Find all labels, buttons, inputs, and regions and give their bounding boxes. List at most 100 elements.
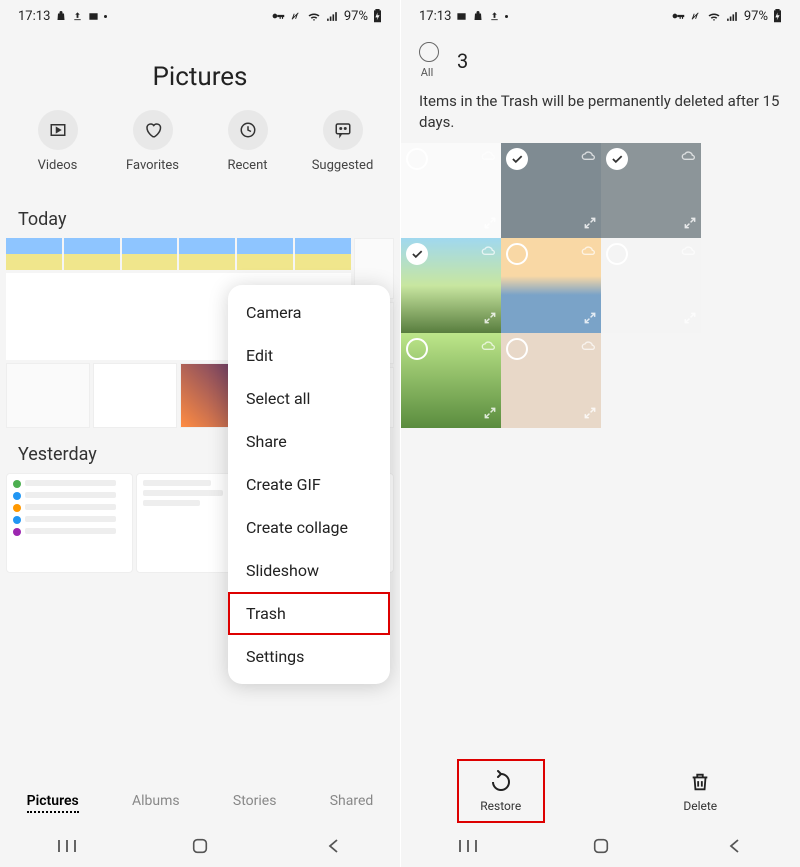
expand-icon[interactable] — [583, 405, 597, 424]
thumb-checkbox[interactable] — [506, 148, 528, 170]
expand-icon[interactable] — [683, 215, 697, 234]
clock-icon — [228, 110, 268, 150]
vibrate-icon — [291, 11, 302, 22]
trash-thumb[interactable] — [501, 238, 601, 333]
trash-thumb[interactable] — [601, 143, 701, 238]
thumb-checkbox[interactable] — [406, 243, 428, 265]
category-label: Recent — [227, 158, 267, 173]
page-title: Pictures — [0, 62, 400, 92]
category-suggested[interactable]: Suggested — [303, 110, 383, 173]
image-icon — [88, 11, 99, 22]
phone-left: 17:13 97% Pictures Videos Favorites — [0, 0, 400, 867]
signal-icon — [726, 11, 739, 22]
restore-icon — [488, 769, 514, 795]
heart-icon — [133, 110, 173, 150]
trash-thumb[interactable] — [401, 143, 501, 238]
category-label: Favorites — [126, 158, 179, 173]
trash-action-bar: Restore Delete — [401, 753, 800, 825]
battery-icon — [773, 9, 782, 23]
thumb-checkbox[interactable] — [506, 338, 528, 360]
tab-pictures[interactable]: Pictures — [27, 793, 79, 813]
status-bar: 17:13 97% — [401, 0, 800, 32]
vpn-icon — [272, 11, 286, 21]
menu-camera[interactable]: Camera — [228, 291, 390, 334]
upload-icon — [489, 11, 500, 22]
delete-label: Delete — [683, 799, 717, 813]
menu-slideshow[interactable]: Slideshow — [228, 549, 390, 592]
status-right: 97% — [672, 9, 782, 24]
battery-icon — [373, 9, 382, 23]
category-label: Suggested — [312, 158, 374, 173]
expand-icon[interactable] — [583, 310, 597, 329]
selection-count: 3 — [457, 49, 468, 73]
status-left: 17:13 — [419, 9, 508, 24]
vpn-icon — [672, 11, 686, 21]
select-all-label: All — [421, 66, 434, 79]
android-nav-bar — [0, 825, 400, 867]
overflow-menu: Camera Edit Select all Share Create GIF … — [228, 285, 390, 684]
battery-percent: 97% — [744, 9, 768, 24]
thumb-checkbox[interactable] — [406, 338, 428, 360]
category-videos[interactable]: Videos — [18, 110, 98, 173]
phone-right: 17:13 97% All 3 Items in the Trash will … — [400, 0, 800, 867]
menu-edit[interactable]: Edit — [228, 334, 390, 377]
tab-shared[interactable]: Shared — [330, 793, 374, 813]
cloud-icon — [581, 242, 597, 261]
video-icon — [38, 110, 78, 150]
nav-back[interactable] — [308, 838, 358, 854]
menu-select-all[interactable]: Select all — [228, 377, 390, 420]
trash-icon — [687, 769, 713, 795]
menu-settings[interactable]: Settings — [228, 635, 390, 678]
thumb-checkbox[interactable] — [406, 148, 428, 170]
trash-thumb[interactable] — [401, 333, 501, 428]
cloud-icon — [681, 242, 697, 261]
wifi-icon — [707, 11, 721, 22]
expand-icon[interactable] — [583, 215, 597, 234]
expand-icon[interactable] — [483, 215, 497, 234]
trash-warning-message: Items in the Trash will be permanently d… — [401, 87, 800, 143]
menu-trash[interactable]: Trash — [228, 592, 390, 635]
thumb-checkbox[interactable] — [606, 148, 628, 170]
bottom-tabs: Pictures Albums Stories Shared — [0, 781, 400, 825]
nav-home[interactable] — [576, 837, 626, 855]
tab-albums[interactable]: Albums — [132, 793, 180, 813]
thumb-checkbox[interactable] — [506, 243, 528, 265]
menu-share[interactable]: Share — [228, 420, 390, 463]
image-icon — [456, 11, 467, 22]
menu-create-collage[interactable]: Create collage — [228, 506, 390, 549]
restore-button[interactable]: Restore — [461, 763, 541, 819]
battery-percent: 97% — [344, 9, 368, 24]
select-all-checkbox[interactable] — [419, 42, 439, 62]
trash-thumb[interactable] — [501, 333, 601, 428]
expand-icon[interactable] — [683, 310, 697, 329]
cloud-icon — [481, 337, 497, 356]
more-dot-icon — [505, 15, 508, 18]
delete-button[interactable]: Delete — [660, 763, 740, 819]
nav-recents[interactable] — [443, 838, 493, 854]
category-row: Videos Favorites Recent Suggested — [0, 110, 400, 193]
trash-thumb[interactable] — [401, 238, 501, 333]
expand-icon[interactable] — [483, 405, 497, 424]
section-today: Today — [0, 193, 400, 238]
nav-recents[interactable] — [42, 838, 92, 854]
nav-home[interactable] — [175, 837, 225, 855]
signal-icon — [326, 11, 339, 22]
bag-icon — [472, 10, 484, 22]
trash-thumb[interactable] — [601, 238, 701, 333]
cloud-icon — [681, 147, 697, 166]
upload-icon — [72, 11, 83, 22]
thumb-checkbox[interactable] — [606, 243, 628, 265]
more-dot-icon — [104, 15, 107, 18]
trash-selection-header: All 3 — [401, 32, 800, 87]
cloud-icon — [481, 242, 497, 261]
category-recent[interactable]: Recent — [208, 110, 288, 173]
trash-thumb[interactable] — [501, 143, 601, 238]
bag-icon — [55, 10, 67, 22]
tab-stories[interactable]: Stories — [233, 793, 277, 813]
category-favorites[interactable]: Favorites — [113, 110, 193, 173]
status-bar: 17:13 97% — [0, 0, 400, 32]
menu-create-gif[interactable]: Create GIF — [228, 463, 390, 506]
expand-icon[interactable] — [483, 310, 497, 329]
nav-back[interactable] — [709, 838, 759, 854]
category-label: Videos — [38, 158, 78, 173]
